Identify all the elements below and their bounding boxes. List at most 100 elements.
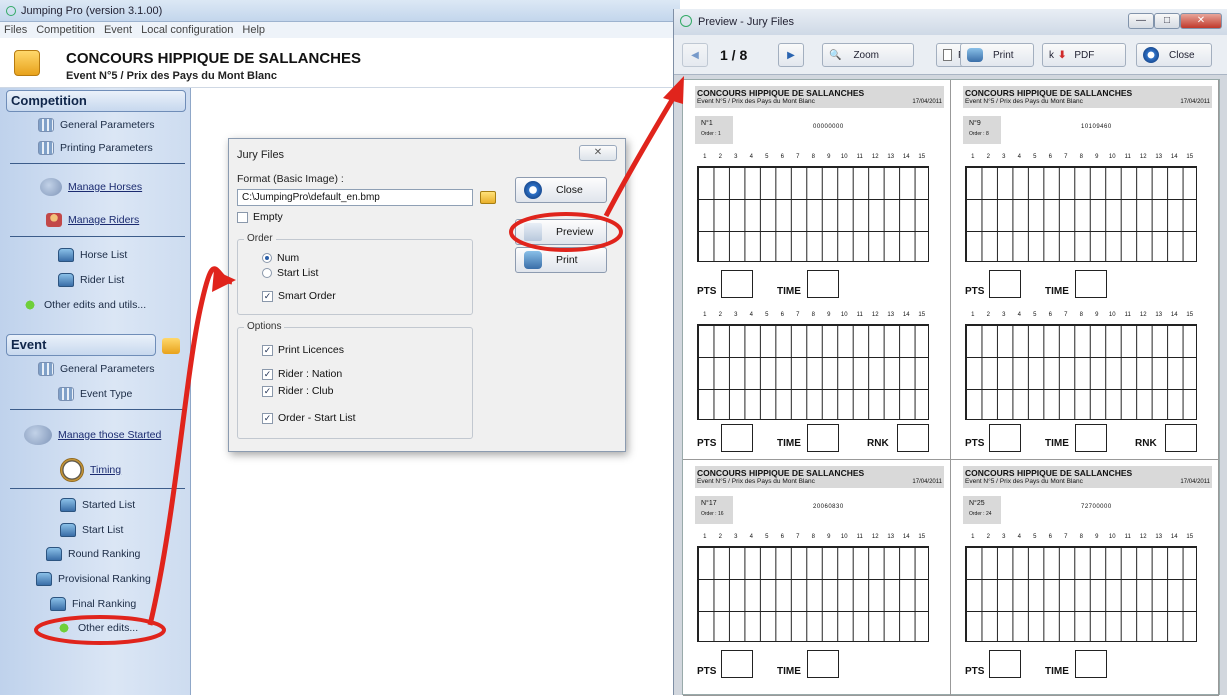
jury-sheet: CONCOURS HIPPIQUE DE SALLANCHES Event N°… [683,80,951,460]
menu-bar: Files Competition Event Local configurat… [0,22,680,38]
column-number: 11 [1124,312,1131,318]
time-label: TIME [777,286,801,297]
column-number: 3 [1002,312,1006,318]
competition-section-header[interactable]: Competition [6,90,186,112]
column-number: 14 [902,154,910,160]
jury-sheet: CONCOURS HIPPIQUE DE SALLANCHES Event N°… [683,460,951,696]
sidebar-item-event-type[interactable]: Event Type [58,387,132,401]
time-label: TIME [1045,666,1069,677]
previous-page-button[interactable]: ◀ [682,43,708,67]
competitor-number-box: N°25 Order : 24 [963,496,1001,524]
menu-event[interactable]: Event [104,24,132,36]
smart-order-checkbox[interactable]: ✓ Smart Order [262,290,336,302]
column-number: 15 [918,534,926,540]
column-number: 2 [718,154,722,160]
column-number: 1 [971,312,975,318]
sidebar-item-round-ranking[interactable]: Round Ranking [46,547,140,561]
power-icon [1143,47,1159,63]
sheet-header: CONCOURS HIPPIQUE DE SALLANCHES Event N°… [695,86,944,108]
checkmark-icon: ✓ [262,368,273,380]
pts-box [721,270,753,298]
sidebar-item-timing[interactable]: Timing [60,458,121,482]
menu-help[interactable]: Help [242,24,265,36]
column-number: 6 [1048,154,1052,160]
print-licences-checkbox[interactable]: ✓ Print Licences [262,344,344,356]
column-number: 4 [749,534,753,540]
window-close-button[interactable]: ✕ [1180,13,1222,29]
printer-icon [50,597,66,611]
sidebar-item-manage-horses[interactable]: Manage Horses [40,178,142,196]
column-number: 14 [902,534,910,540]
maximize-button[interactable]: □ [1154,13,1180,29]
pdf-button[interactable]: k ⬇ PDF [1042,43,1126,67]
sidebar-item-other-edits[interactable]: Other edits... [56,621,138,635]
next-page-button[interactable]: ▶ [778,43,804,67]
column-number: 15 [1186,312,1194,318]
rnk-box [897,424,929,452]
folder-icon[interactable] [480,191,496,204]
sheet-subtitle: Event N°5 / Prix des Pays du Mont Blanc [965,98,1083,105]
order-start-list-radio[interactable]: Start List [262,267,318,279]
event-subtitle: Event N°5 / Prix des Pays du Mont Blanc [66,70,278,82]
sheet-date: 17/04/2011 [912,99,942,105]
column-number: 13 [1155,534,1163,540]
sidebar-item-provisional-ranking[interactable]: Provisional Ranking [36,572,151,586]
sidebar-item-event-general-parameters[interactable]: General Parameters [38,362,155,376]
sidebar-item-started-list[interactable]: Started List [60,498,135,512]
column-number: 13 [887,154,895,160]
order-num-radio[interactable]: Num [262,252,299,264]
sidebar-item-manage-started[interactable]: Manage those Started [24,425,161,445]
sidebar-item-manage-riders[interactable]: Manage Riders [46,213,139,227]
sidebar-item-start-list[interactable]: Start List [60,523,123,537]
competitor-order: Order : 1 [701,131,721,137]
printer-icon [58,273,74,287]
checkmark-icon: ✓ [262,412,273,424]
menu-local-configuration[interactable]: Local configuration [141,24,233,36]
zoom-button[interactable]: 🔍 Zoom [822,43,914,67]
grid-icon [38,118,54,132]
column-numbers: 1 2 3 4 5 6 7 8 9 10 11 12 13 14 15 [965,534,1198,540]
dialog-close-button[interactable]: ✕ [579,145,617,161]
page-icon [943,49,952,61]
column-number: 3 [1002,534,1006,540]
star-icon [56,621,72,635]
format-label: Format (Basic Image) : [237,173,344,185]
sidebar-item-other-edits-utils[interactable]: Other edits and utils... [22,298,146,312]
dialog-title: Jury Files [237,149,285,161]
order-start-list-checkbox[interactable]: ✓ Order - Start List [262,412,356,424]
column-number: 2 [718,312,722,318]
column-number: 3 [1002,154,1006,160]
preview-close-button[interactable]: Close [1136,43,1212,67]
preview-button[interactable]: Preview [515,219,607,245]
empty-checkbox[interactable]: Empty [237,211,283,223]
column-number: 15 [1186,534,1194,540]
checkmark-icon: ✓ [262,385,273,397]
close-button[interactable]: Close [515,177,607,203]
column-number: 6 [1048,312,1052,318]
menu-competition[interactable]: Competition [36,24,95,36]
preview-print-button[interactable]: Print [960,43,1034,67]
sheet-subtitle: Event N°5 / Prix des Pays du Mont Blanc [965,478,1083,485]
column-numbers: 1 2 3 4 5 6 7 8 9 10 11 12 13 14 15 [965,154,1198,160]
sidebar-item-rider-list[interactable]: Rider List [58,273,124,287]
rnk-label: RNK [1135,438,1157,449]
minimize-button[interactable]: — [1128,13,1154,29]
column-number: 8 [811,534,815,540]
sidebar-item-horse-list[interactable]: Horse List [58,248,127,262]
rider-nation-checkbox[interactable]: ✓ Rider : Nation [262,368,342,380]
sidebar-item-final-ranking[interactable]: Final Ranking [50,597,136,611]
radio-dot [262,268,272,278]
divider [10,488,185,489]
column-number: 7 [1064,534,1068,540]
menu-files[interactable]: Files [4,24,27,36]
rider-club-checkbox[interactable]: ✓ Rider : Club [262,385,333,397]
column-number: 11 [1124,534,1131,540]
column-number: 3 [734,154,738,160]
format-path-input[interactable]: C:\JumpingPro\default_en.bmp [237,189,473,206]
sidebar-item-printing-parameters[interactable]: Printing Parameters [38,141,153,155]
print-button[interactable]: Print [515,247,607,273]
event-section-header[interactable]: Event [6,334,156,356]
sidebar-item-general-parameters[interactable]: General Parameters [38,118,155,132]
sheet-header: CONCOURS HIPPIQUE DE SALLANCHES Event N°… [695,466,944,488]
pts-label: PTS [965,666,985,677]
